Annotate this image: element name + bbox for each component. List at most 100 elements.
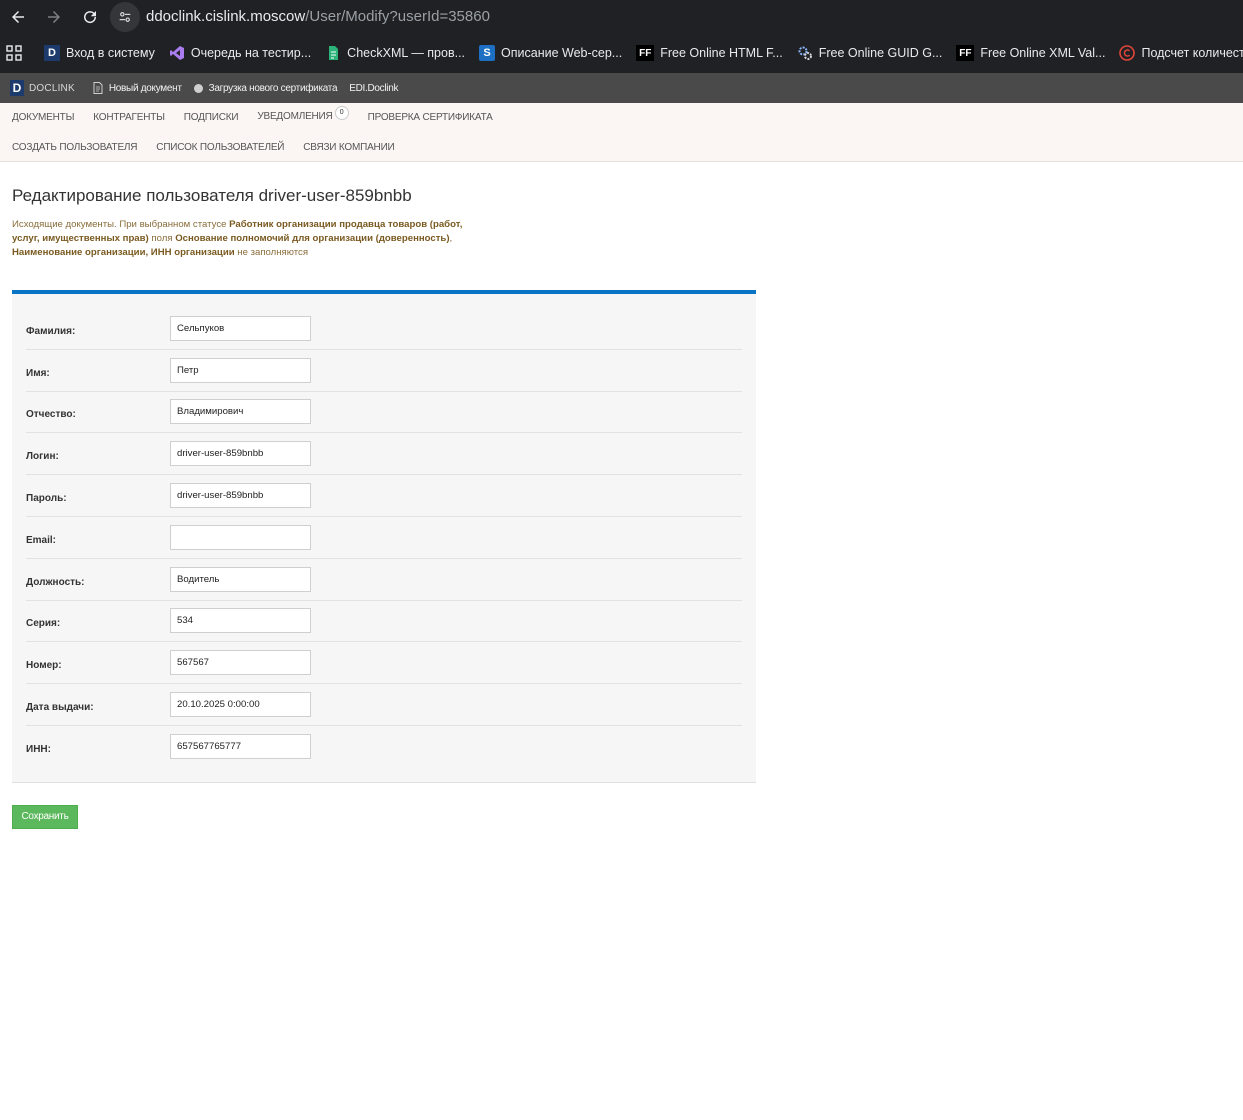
menu-notifications[interactable]: УВЕДОМЛЕНИЯ 0 — [257, 105, 349, 125]
first-name-label: Имя: — [26, 367, 50, 379]
new-document-label: Новый документ — [108, 82, 182, 94]
notice-bold: Основание полномочий для организации (до… — [175, 233, 450, 244]
apps-grid-icon[interactable] — [6, 43, 22, 63]
edi-doclink-label: EDI.Doclink — [349, 82, 399, 94]
certificate-icon — [193, 83, 203, 93]
inn-label: ИНН: — [26, 744, 51, 756]
inn-field[interactable]: 657567765777 — [170, 734, 311, 760]
form-row-series: Серия: 534 — [26, 601, 742, 643]
main-menu: ДОКУМЕНТЫ КОНТРАГЕНТЫ ПОДПИСКИ УВЕДОМЛЕН… — [0, 103, 1243, 162]
issue-date-field[interactable]: 20.10.2025 0:00:00 — [170, 692, 311, 718]
first-name-field[interactable]: Петр — [170, 357, 311, 383]
position-field[interactable]: Водитель — [170, 566, 311, 592]
series-label: Серия: — [26, 618, 61, 630]
last-name-field[interactable]: Сельпуков — [170, 315, 311, 341]
notice-text: не заполняются — [234, 247, 309, 258]
menu-create-user[interactable]: СОЗДАТЬ ПОЛЬЗОВАТЕЛЯ — [12, 142, 137, 153]
form-row-first-name: Имя: Петр — [26, 350, 742, 392]
notice-text: поля — [148, 233, 176, 244]
edi-doclink-link[interactable]: EDI.Doclink — [349, 83, 398, 94]
reload-icon — [84, 10, 97, 23]
bookmark-login[interactable]: D Вход в систему — [44, 45, 155, 61]
bookmark-label: Free Online HTML F... — [660, 46, 783, 60]
form-row-patronymic: Отчество: Владимирович — [26, 392, 742, 434]
arrow-right-icon — [48, 10, 60, 23]
login-field[interactable]: driver-user-859bnbb — [170, 441, 311, 467]
status-notice: Исходящие документы. При выбранном стату… — [12, 218, 482, 260]
menu-notifications-label: УВЕДОМЛЕНИЯ — [257, 110, 333, 122]
document-icon — [93, 82, 103, 94]
menu-company-links[interactable]: СВЯЗИ КОМПАНИИ — [303, 142, 394, 153]
ff-logo-icon: FF — [636, 45, 655, 61]
bookmark-xml-validator[interactable]: FF Free Online XML Val... — [956, 45, 1105, 61]
bookmark-label: Очередь на тестир... — [190, 46, 312, 60]
password-label: Пароль: — [26, 493, 67, 505]
save-button[interactable]: Сохранить — [12, 804, 78, 829]
copyright-c-icon — [1119, 45, 1136, 61]
email-field[interactable] — [170, 524, 311, 550]
bookmark-counter[interactable]: Подсчет количеств... — [1119, 45, 1243, 61]
patronymic-label: Отчество: — [26, 409, 76, 421]
url-host: ddoclink.cislink.moscow — [146, 8, 306, 25]
bookmark-checkxml[interactable]: CheckXML — пров... — [325, 45, 465, 61]
logo-letter: D — [10, 80, 24, 96]
form-row-email: Email: — [26, 517, 742, 559]
browser-address-bar: ddoclink.cislink.moscow/User/Modify?user… — [0, 0, 1243, 33]
notice-text: , — [449, 233, 453, 244]
menu-documents[interactable]: ДОКУМЕНТЫ — [12, 112, 74, 123]
menu-user-list[interactable]: СПИСОК ПОЛЬЗОВАТЕЛЕЙ — [156, 142, 284, 153]
bookmark-guid-generator[interactable]: Free Online GUID G... — [797, 45, 943, 61]
bookmark-webservice[interactable]: S Описание Web-сер... — [479, 45, 622, 61]
doclink-logo[interactable]: D DOCLINK — [10, 80, 75, 96]
notice-bold: Наименование организации, ИНН организаци… — [12, 247, 235, 258]
new-document-link[interactable]: Новый документ — [93, 82, 182, 94]
site-info-icon[interactable] — [110, 1, 140, 32]
visual-studio-icon — [169, 45, 185, 61]
number-label: Номер: — [26, 660, 62, 672]
bookmark-label: CheckXML — пров... — [347, 46, 466, 60]
menu-row-secondary: СОЗДАТЬ ПОЛЬЗОВАТЕЛЯ СПИСОК ПОЛЬЗОВАТЕЛЕ… — [0, 132, 1243, 162]
patronymic-field[interactable]: Владимирович — [170, 399, 311, 425]
login-label: Логин: — [26, 451, 59, 463]
bookmark-label: Описание Web-сер... — [501, 46, 623, 60]
bookmarks-bar: D Вход в систему Очередь на тестир... Ch… — [0, 33, 1243, 73]
main-content: Редактирование пользователя driver-user-… — [0, 162, 1243, 829]
bookmark-label: Free Online GUID G... — [818, 46, 943, 60]
sharepoint-icon: S — [479, 45, 496, 61]
bookmark-html-formatter[interactable]: FF Free Online HTML F... — [636, 45, 783, 61]
menu-row-primary: ДОКУМЕНТЫ КОНТРАГЕНТЫ ПОДПИСКИ УВЕДОМЛЕН… — [0, 103, 1243, 132]
site-toolbar: D DOCLINK Новый документ Загрузка нового… — [0, 73, 1243, 103]
bookmark-label: Вход в систему — [66, 46, 155, 60]
arrow-left-icon — [12, 10, 24, 23]
ff-logo-icon: FF — [956, 45, 975, 61]
password-field[interactable]: driver-user-859bnbb — [170, 483, 311, 509]
position-label: Должность: — [26, 576, 85, 588]
url-path: /User/Modify?userId=35860 — [305, 8, 490, 25]
form-row-login: Логин: driver-user-859bnbb — [26, 433, 742, 476]
form-row-password: Пароль: driver-user-859bnbb — [26, 475, 742, 517]
form-row-position: Должность: Водитель — [26, 559, 742, 601]
upload-certificate-link[interactable]: Загрузка нового сертификата — [193, 83, 338, 94]
form-row-inn: ИНН: 657567765777 — [26, 726, 742, 768]
logo-text: DOCLINK — [29, 82, 75, 94]
forward-button[interactable] — [36, 0, 72, 33]
document-icon — [325, 45, 341, 61]
notifications-count-badge: 0 — [334, 105, 349, 120]
series-field[interactable]: 534 — [170, 608, 311, 634]
bookmark-test-queue[interactable]: Очередь на тестир... — [169, 45, 311, 61]
form-row-number: Номер: 567567 — [26, 642, 742, 685]
reload-button[interactable] — [72, 0, 108, 33]
menu-counterparties[interactable]: КОНТРАГЕНТЫ — [93, 112, 165, 123]
issue-date-label: Дата выдачи: — [26, 702, 94, 714]
form-row-issue-date: Дата выдачи: 20.10.2025 0:00:00 — [26, 684, 742, 726]
notice-text: Исходящие документы. При выбранном стату… — [12, 219, 230, 230]
menu-certificate-check[interactable]: ПРОВЕРКА СЕРТИФИКАТА — [368, 112, 493, 123]
url-field[interactable]: ddoclink.cislink.moscow/User/Modify?user… — [146, 8, 490, 25]
doclink-logo-icon: D — [44, 45, 60, 61]
number-field[interactable]: 567567 — [170, 650, 311, 676]
menu-subscriptions[interactable]: ПОДПИСКИ — [184, 112, 239, 123]
gears-icon — [797, 45, 813, 61]
last-name-label: Фамилия: — [26, 325, 76, 337]
back-button[interactable] — [0, 0, 36, 33]
bookmark-label: Free Online XML Val... — [980, 46, 1106, 60]
